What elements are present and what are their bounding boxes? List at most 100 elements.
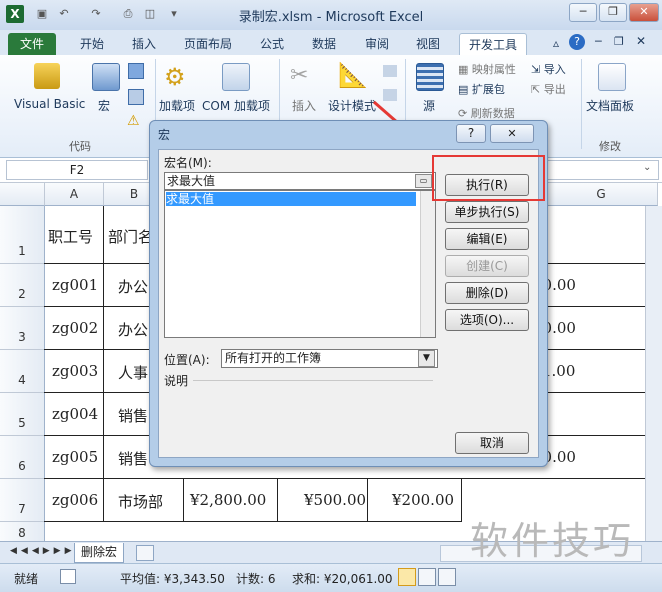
refresh-icon: ⟳	[458, 107, 471, 120]
macro-list-scrollbar[interactable]	[420, 191, 435, 337]
addins-button[interactable]: 加载项	[159, 97, 195, 114]
doc-minimize-icon[interactable]: ─	[595, 35, 602, 48]
sheet-tab-active[interactable]: 删除宏	[74, 543, 125, 563]
close-icon[interactable]: ✕	[629, 3, 659, 22]
relative-reference-icon[interactable]	[128, 89, 144, 105]
minimize-ribbon-icon[interactable]: ▵	[553, 36, 559, 50]
cell-a5[interactable]: zg004	[52, 405, 98, 423]
tab-file[interactable]: 文件	[8, 33, 57, 55]
grid-line	[44, 478, 662, 479]
ribbon-tabs: 文件 开始 插入 页面布局 公式 数据 审阅 视图 开发工具 ▵ ? ─ ❐ ✕	[0, 30, 662, 56]
cell-a7[interactable]: zg006	[52, 491, 98, 509]
macros-button[interactable]: 宏	[98, 97, 110, 114]
export-button[interactable]: ⇱ 导出	[531, 81, 566, 97]
column-header-a[interactable]: A	[45, 183, 104, 206]
row-header-3[interactable]: 3	[0, 307, 45, 350]
minimize-icon[interactable]: ─	[569, 3, 597, 22]
doc-restore-icon[interactable]: ❐	[614, 35, 624, 48]
cell-a3[interactable]: zg002	[52, 319, 98, 337]
vertical-scrollbar[interactable]	[645, 206, 662, 541]
tab-data[interactable]: 数据	[303, 33, 345, 55]
refresh-data-button[interactable]: ⟳ 刷新数据	[458, 105, 515, 121]
macro-list[interactable]: 求最大值	[164, 190, 436, 338]
cell-a2[interactable]: zg001	[52, 276, 98, 294]
cell-b2[interactable]: 办公	[118, 276, 148, 297]
insert-sheet-icon[interactable]	[136, 545, 154, 561]
dialog-help-button[interactable]: ?	[456, 124, 486, 143]
status-sum: 求和: ¥20,061.00	[292, 572, 393, 586]
visual-basic-button[interactable]: Visual Basic	[14, 97, 85, 111]
macro-security-icon[interactable]: ⚠	[127, 113, 140, 129]
import-label: 导入	[543, 63, 566, 76]
expand-formula-icon[interactable]: ⌄	[643, 162, 651, 173]
row-header-1[interactable]: 1	[0, 206, 45, 264]
sheet-nav-arrows-icon[interactable]: ◀◀◀▶▶▶	[10, 546, 76, 556]
cell-a1[interactable]: 职工号	[48, 226, 93, 247]
normal-view-icon[interactable]	[398, 568, 416, 586]
cell-b5[interactable]: 销售	[118, 405, 148, 426]
row-header-7[interactable]: 7	[0, 479, 45, 522]
com-addins-icon	[222, 63, 250, 91]
macro-list-item[interactable]: 求最大值	[166, 192, 416, 206]
row-header-8[interactable]: 8	[0, 522, 45, 542]
design-mode-icon: 📐	[338, 61, 368, 89]
help-icon[interactable]: ?	[569, 34, 585, 50]
name-box[interactable]: F2	[6, 160, 148, 180]
page-break-view-icon[interactable]	[438, 568, 456, 586]
tab-review[interactable]: 审阅	[356, 33, 398, 55]
tab-developer[interactable]: 开发工具	[459, 33, 528, 56]
tab-formulas[interactable]: 公式	[251, 33, 293, 55]
create-button[interactable]: 创建(C)	[445, 255, 529, 277]
properties-icon[interactable]	[383, 65, 397, 77]
options-button[interactable]: 选项(O)...	[445, 309, 529, 331]
macro-name-input[interactable]: 求最大值	[164, 172, 436, 190]
row-header-4[interactable]: 4	[0, 350, 45, 393]
record-macro-icon[interactable]	[128, 63, 144, 79]
step-into-button[interactable]: 单步执行(S)	[445, 201, 529, 223]
run-button[interactable]: 执行(R)	[445, 174, 529, 196]
row-header-2[interactable]: 2	[0, 264, 45, 307]
tab-insert[interactable]: 插入	[123, 33, 165, 55]
cell-a4[interactable]: zg003	[52, 362, 98, 380]
import-button[interactable]: ⇲ 导入	[531, 61, 566, 77]
cancel-button[interactable]: 取消	[455, 432, 529, 454]
cell-b6[interactable]: 销售	[118, 448, 148, 469]
grid-line	[183, 478, 184, 521]
chevron-down-icon[interactable]: ▼	[418, 350, 435, 367]
delete-button[interactable]: 删除(D)	[445, 282, 529, 304]
formula-input[interactable]	[545, 160, 659, 180]
macro-name-label: 宏名(M):	[164, 156, 212, 170]
column-header-g[interactable]: G	[545, 183, 658, 206]
addins-gear-icon: ⚙	[164, 63, 186, 91]
tab-view[interactable]: 视图	[407, 33, 449, 55]
select-all-corner[interactable]	[0, 183, 45, 206]
cell-c7[interactable]: ¥2,800.00	[190, 491, 266, 509]
com-addins-button[interactable]: COM 加载项	[202, 97, 270, 114]
edit-button[interactable]: 编辑(E)	[445, 228, 529, 250]
cell-d7[interactable]: ¥500.00	[304, 491, 366, 509]
document-panel-button[interactable]: 文档面板	[586, 97, 634, 114]
map-properties-button[interactable]: ▦ 映射属性	[458, 61, 516, 77]
restore-icon[interactable]: ❐	[599, 3, 627, 22]
cell-b7[interactable]: 市场部	[118, 491, 163, 512]
row-header-5[interactable]: 5	[0, 393, 45, 436]
cell-b1[interactable]: 部门名	[108, 226, 153, 247]
doc-close-icon[interactable]: ✕	[636, 34, 646, 48]
record-macro-status-icon[interactable]	[60, 569, 76, 584]
export-icon: ⇱	[531, 83, 544, 96]
dialog-close-button[interactable]: ✕	[490, 124, 534, 143]
expansion-packs-button[interactable]: ▤ 扩展包	[458, 81, 505, 97]
cell-a6[interactable]: zg005	[52, 448, 98, 466]
row-header-6[interactable]: 6	[0, 436, 45, 479]
tab-page-layout[interactable]: 页面布局	[175, 33, 241, 55]
page-layout-view-icon[interactable]	[418, 568, 436, 586]
cell-b4[interactable]: 人事	[118, 362, 148, 383]
status-count: 计数: 6	[236, 572, 276, 586]
cell-b3[interactable]: 办公	[118, 319, 148, 340]
location-select[interactable]: 所有打开的工作簿	[221, 349, 438, 368]
design-mode-button[interactable]: 设计模式	[328, 97, 376, 114]
tab-home[interactable]: 开始	[71, 33, 113, 55]
collapse-dialog-icon[interactable]: ▭	[415, 174, 432, 188]
cell-e7[interactable]: ¥200.00	[392, 491, 454, 509]
insert-control-button[interactable]: 插入	[292, 97, 316, 114]
